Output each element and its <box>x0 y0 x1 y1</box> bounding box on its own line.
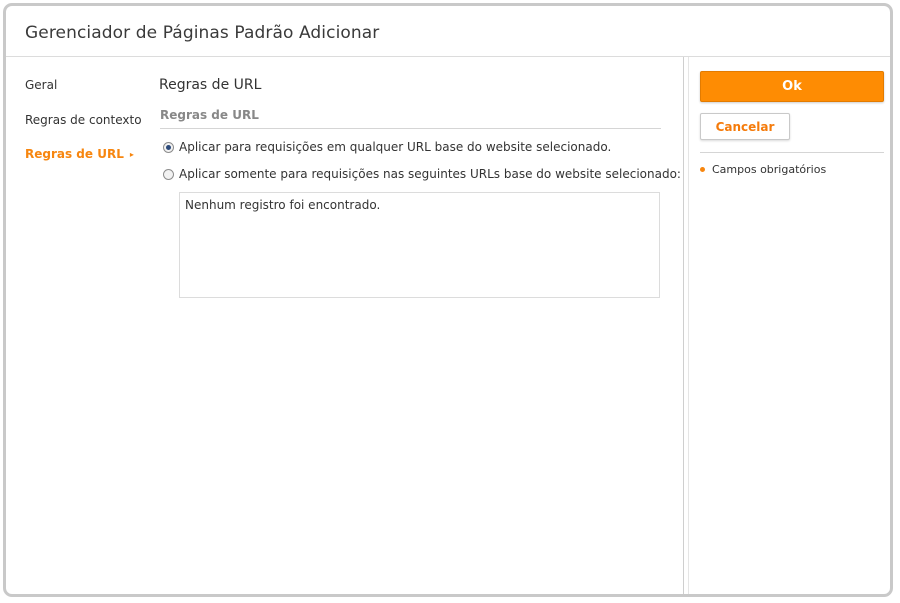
dialog-title: Gerenciador de Páginas Padrão Adicionar <box>25 23 380 43</box>
bullet-icon <box>700 167 705 172</box>
nav-item-label: Regras de contexto <box>25 113 142 127</box>
required-fields-label: Campos obrigatórios <box>712 163 827 176</box>
nav-item-regras-de-contexto[interactable]: Regras de contexto <box>25 113 142 127</box>
nav-item-label: Geral <box>25 78 58 92</box>
actions-panel: Ok Cancelar Campos obrigatórios <box>688 57 890 594</box>
cancel-button[interactable]: Cancelar <box>700 113 790 140</box>
subsection-title: Regras de URL <box>160 108 259 122</box>
radio-label: Aplicar somente para requisições nas seg… <box>179 167 681 181</box>
nav-item-geral[interactable]: Geral <box>25 78 57 92</box>
divider <box>160 128 661 129</box>
radio-button[interactable] <box>163 168 174 180</box>
nav-item-regras-de-url[interactable]: Regras de URL ▸ <box>25 147 134 161</box>
radio-any-url[interactable]: Aplicar para requisições em qualquer URL… <box>163 140 611 154</box>
radio-specific-urls[interactable]: Aplicar somente para requisições nas seg… <box>163 167 681 181</box>
url-list-box: Nenhum registro foi encontrado. <box>179 192 660 298</box>
arrow-right-icon: ▸ <box>129 150 134 159</box>
dialog-window: Gerenciador de Páginas Padrão Adicionar … <box>3 3 893 597</box>
radio-label: Aplicar para requisições em qualquer URL… <box>179 140 612 154</box>
dialog-header: Gerenciador de Páginas Padrão Adicionar <box>6 6 890 57</box>
ok-button[interactable]: Ok <box>700 71 884 102</box>
section-title: Regras de URL <box>159 77 262 93</box>
radio-button-checked[interactable] <box>163 141 174 153</box>
divider <box>700 152 884 153</box>
empty-message: Nenhum registro foi encontrado. <box>185 198 381 212</box>
content-panel: Geral Regras de contexto Regras de URL ▸ … <box>6 57 684 594</box>
required-fields-note: Campos obrigatórios <box>700 163 826 176</box>
nav-item-label: Regras de URL <box>25 147 124 161</box>
